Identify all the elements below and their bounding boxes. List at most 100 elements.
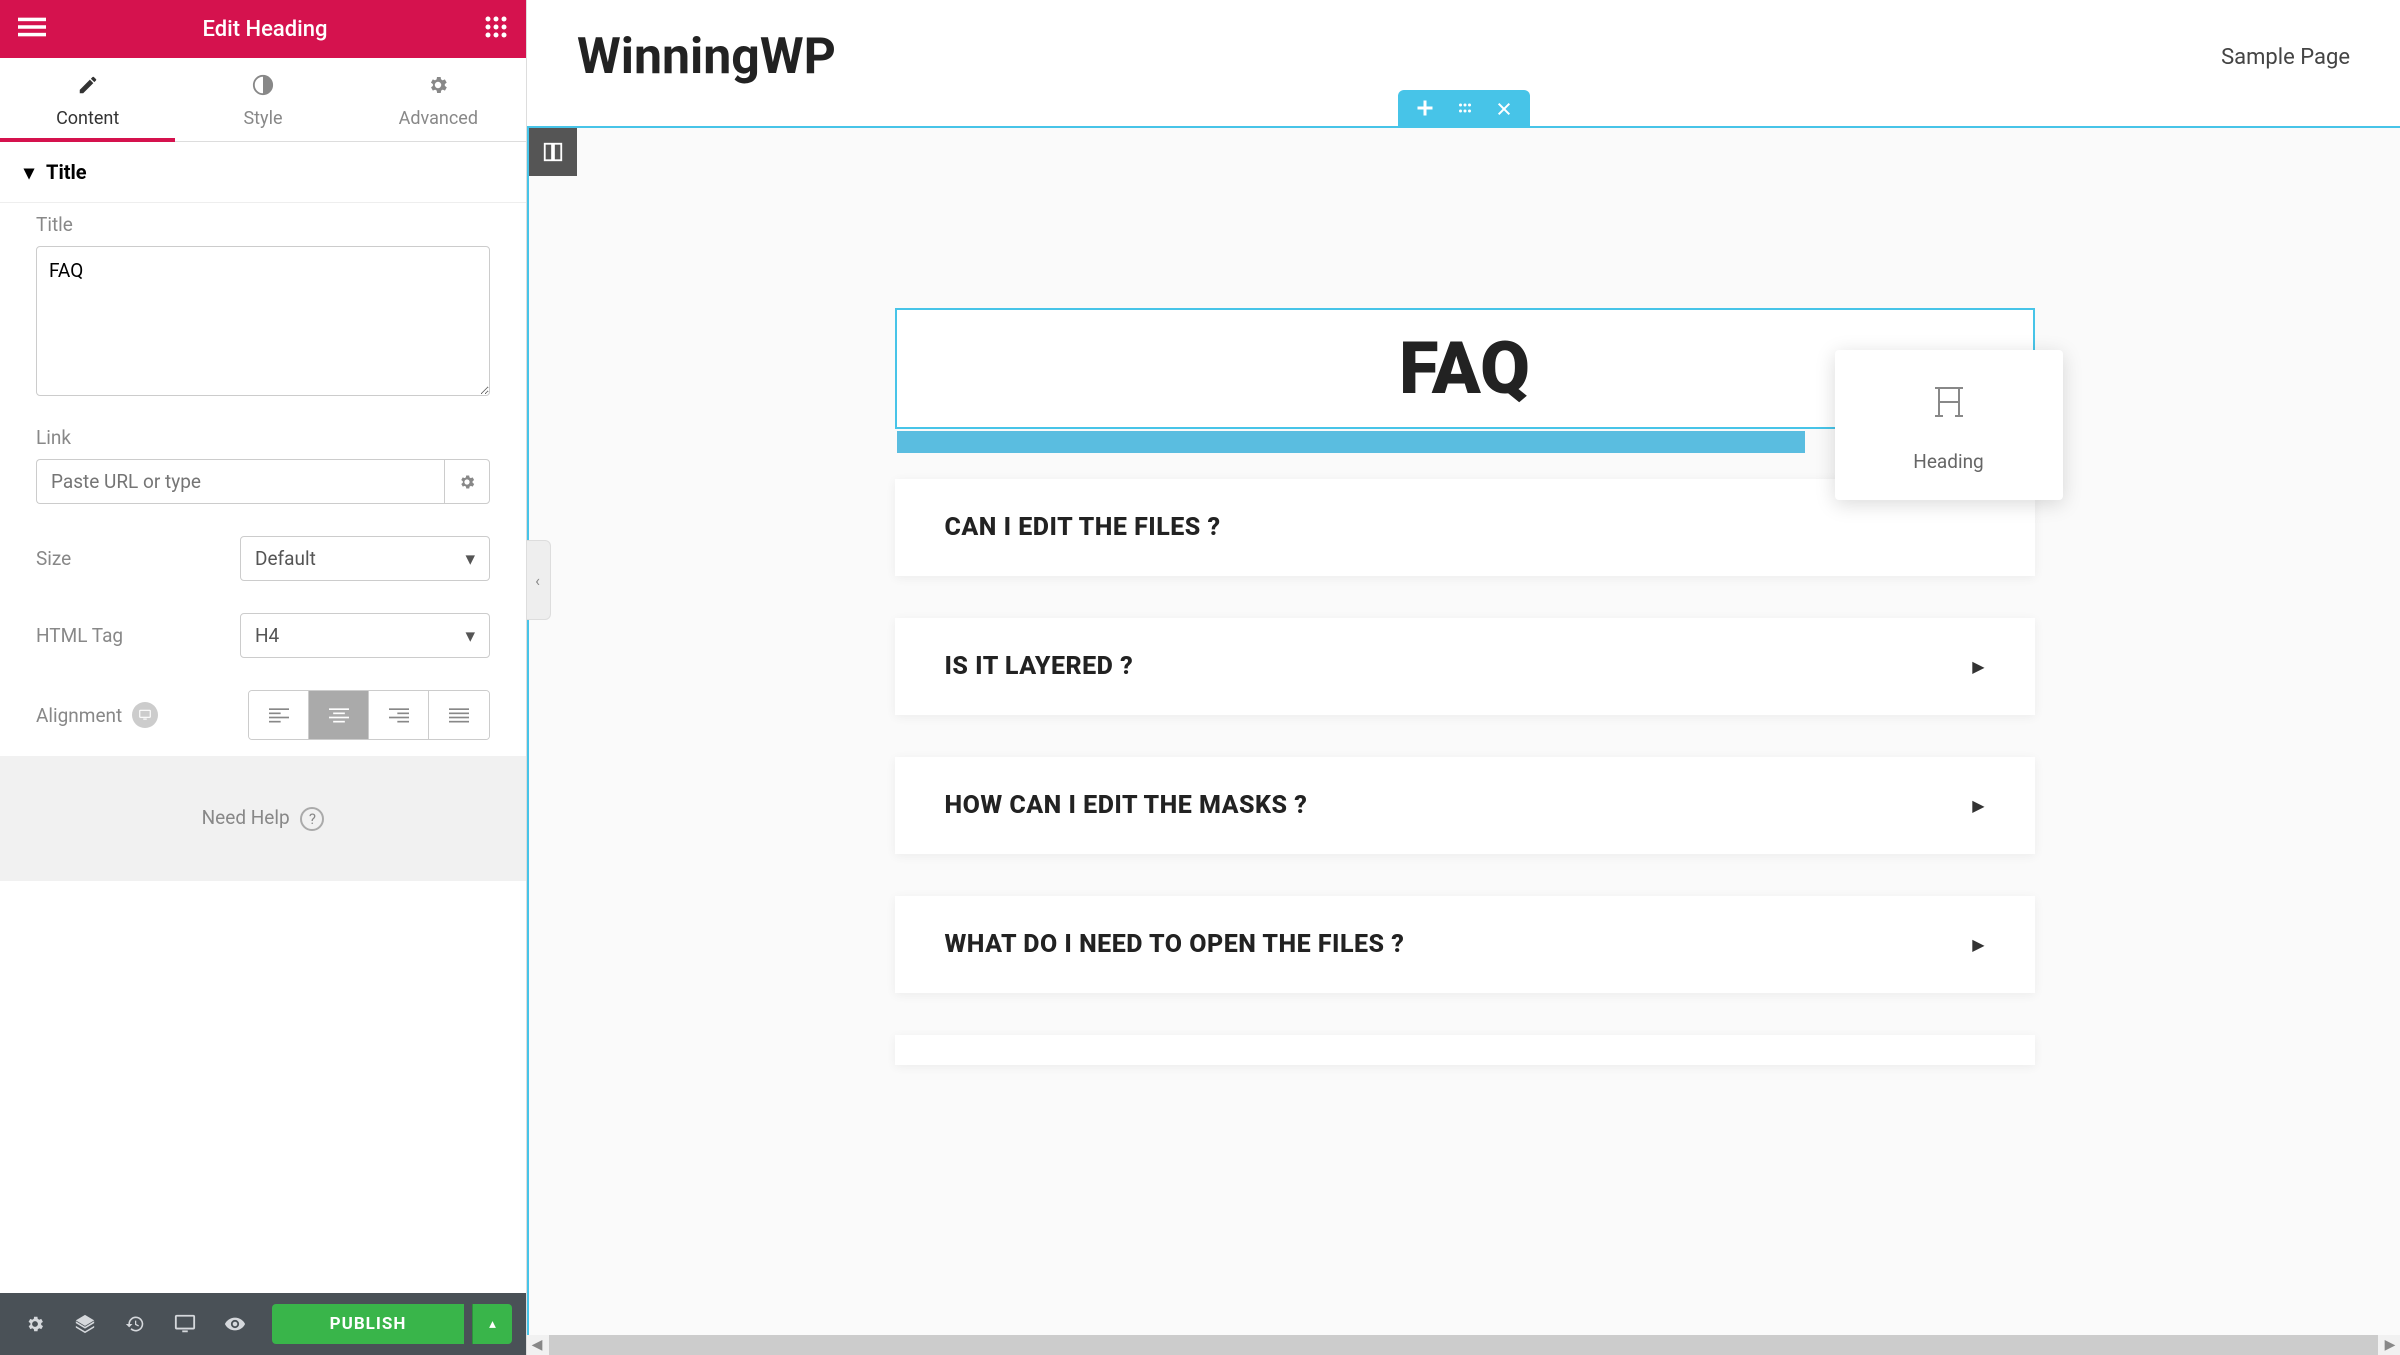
add-section-button[interactable]	[1416, 98, 1434, 122]
align-right-icon	[389, 705, 409, 725]
preview-button[interactable]	[214, 1303, 256, 1345]
control-title: Title	[0, 203, 526, 416]
collapse-sidebar-button[interactable]: ‹	[527, 540, 551, 620]
sidebar-header: Edit Heading	[0, 0, 526, 58]
heading-icon	[1925, 378, 1973, 438]
sidebar-footer: PUBLISH ▴	[0, 1293, 526, 1355]
size-select[interactable]: Default ▾	[240, 536, 490, 581]
control-size: Size Default ▾	[0, 520, 526, 597]
section-toolbar	[1398, 90, 1530, 130]
control-link: Link	[0, 416, 526, 520]
sidebar-title: Edit Heading	[203, 17, 328, 42]
widgets-grid-icon[interactable]	[484, 15, 508, 43]
history-icon	[125, 1314, 145, 1334]
drag-widget-label: Heading	[1913, 450, 1983, 473]
close-icon	[1496, 101, 1512, 117]
desktop-icon	[138, 708, 152, 722]
help-icon: ?	[300, 807, 324, 831]
accordion-widget: CAN I EDIT THE FILES ? IS IT LAYERED ? ▶…	[895, 479, 2035, 1065]
site-title[interactable]: WinningWP	[577, 28, 836, 86]
size-label: Size	[36, 547, 71, 570]
htmltag-value: H4	[255, 624, 279, 647]
accordion-title: HOW CAN I EDIT THE MASKS ?	[945, 791, 1308, 820]
title-label: Title	[36, 213, 490, 246]
publish-button[interactable]: PUBLISH	[272, 1304, 464, 1344]
accordion-item[interactable]: HOW CAN I EDIT THE MASKS ? ▶	[895, 757, 2035, 854]
size-value: Default	[255, 547, 316, 570]
horizontal-scrollbar[interactable]: ◀ ▶	[527, 1335, 2400, 1355]
pencil-icon	[0, 74, 175, 102]
edit-section-button[interactable]	[1456, 98, 1474, 122]
responsive-button[interactable]	[164, 1303, 206, 1345]
alignment-label: Alignment	[36, 704, 122, 727]
help-text: Need Help	[202, 806, 290, 829]
align-right-button[interactable]	[369, 691, 429, 739]
title-textarea[interactable]	[36, 246, 490, 396]
caret-down-icon: ▾	[24, 160, 34, 184]
column-handle[interactable]	[529, 128, 577, 176]
columns-icon	[542, 141, 564, 163]
droplet-icon	[175, 74, 350, 102]
settings-button[interactable]	[14, 1303, 56, 1345]
heading-widget-selected[interactable]: FAQ Heading	[895, 308, 2035, 429]
editor-tabs: Content Style Advanced	[0, 58, 526, 142]
scroll-right-arrow[interactable]: ▶	[2380, 1335, 2400, 1355]
delete-section-button[interactable]	[1496, 98, 1512, 122]
desktop-icon	[174, 1313, 196, 1335]
scroll-left-arrow[interactable]: ◀	[527, 1335, 547, 1355]
tab-style-label: Style	[243, 108, 282, 129]
align-left-icon	[269, 705, 289, 725]
htmltag-select[interactable]: H4 ▾	[240, 613, 490, 658]
link-label: Link	[36, 426, 490, 459]
align-justify-button[interactable]	[429, 691, 489, 739]
accordion-item[interactable]: WHAT DO I NEED TO OPEN THE FILES ? ▶	[895, 896, 2035, 993]
scroll-thumb[interactable]	[549, 1335, 2378, 1355]
responsive-toggle[interactable]	[132, 702, 158, 728]
layers-icon	[74, 1313, 96, 1335]
link-options-button[interactable]	[444, 459, 490, 504]
grip-icon	[1456, 99, 1474, 117]
htmltag-label: HTML Tag	[36, 624, 123, 647]
accordion-title: WHAT DO I NEED TO OPEN THE FILES ?	[945, 930, 1405, 959]
menu-icon[interactable]	[18, 13, 46, 45]
editor-sidebar: Edit Heading Content Style	[0, 0, 527, 1355]
control-alignment: Alignment	[0, 674, 526, 756]
history-button[interactable]	[114, 1303, 156, 1345]
tab-advanced[interactable]: Advanced	[351, 58, 526, 141]
align-center-icon	[329, 705, 349, 725]
align-left-button[interactable]	[249, 691, 309, 739]
accordion-title: IS IT LAYERED ?	[945, 652, 1134, 681]
accordion-title: CAN I EDIT THE FILES ?	[945, 513, 1221, 542]
chevron-down-icon: ▾	[465, 624, 475, 647]
caret-right-icon: ▶	[1972, 657, 1984, 676]
preview-pane: WinningWP Sample Page ‹ FAQ	[527, 0, 2400, 1355]
plus-icon	[1416, 99, 1434, 117]
help-link[interactable]: Need Help ?	[202, 806, 325, 829]
accordion-item[interactable]: IS IT LAYERED ? ▶	[895, 618, 2035, 715]
gear-icon	[351, 74, 526, 102]
panel-content: ▾ Title Title Link Size Default	[0, 142, 526, 1293]
gear-icon	[25, 1314, 45, 1334]
tab-content[interactable]: Content	[0, 58, 175, 141]
preview-body[interactable]: FAQ Heading CAN I EDIT THE FILES ? IS	[527, 126, 2400, 1355]
drop-indicator	[897, 431, 1805, 453]
caret-up-icon: ▴	[489, 1317, 496, 1332]
dragging-widget-preview[interactable]: Heading	[1835, 350, 2063, 500]
align-justify-icon	[449, 705, 469, 725]
link-input[interactable]	[36, 459, 444, 504]
section-title-toggle[interactable]: ▾ Title	[0, 142, 526, 203]
content-container: FAQ Heading CAN I EDIT THE FILES ? IS	[895, 308, 2035, 1065]
chevron-left-icon: ‹	[535, 571, 540, 590]
section-title-label: Title	[46, 160, 87, 184]
caret-right-icon: ▶	[1972, 796, 1984, 815]
align-center-button[interactable]	[309, 691, 369, 739]
publish-options-button[interactable]: ▴	[472, 1304, 512, 1344]
navigator-button[interactable]	[64, 1303, 106, 1345]
tab-style[interactable]: Style	[175, 58, 350, 141]
nav-link-sample-page[interactable]: Sample Page	[2221, 45, 2350, 70]
gear-icon	[458, 473, 476, 491]
chevron-down-icon: ▾	[465, 547, 475, 570]
eye-icon	[224, 1313, 246, 1335]
control-htmltag: HTML Tag H4 ▾	[0, 597, 526, 674]
accordion-item[interactable]	[895, 1035, 2035, 1065]
